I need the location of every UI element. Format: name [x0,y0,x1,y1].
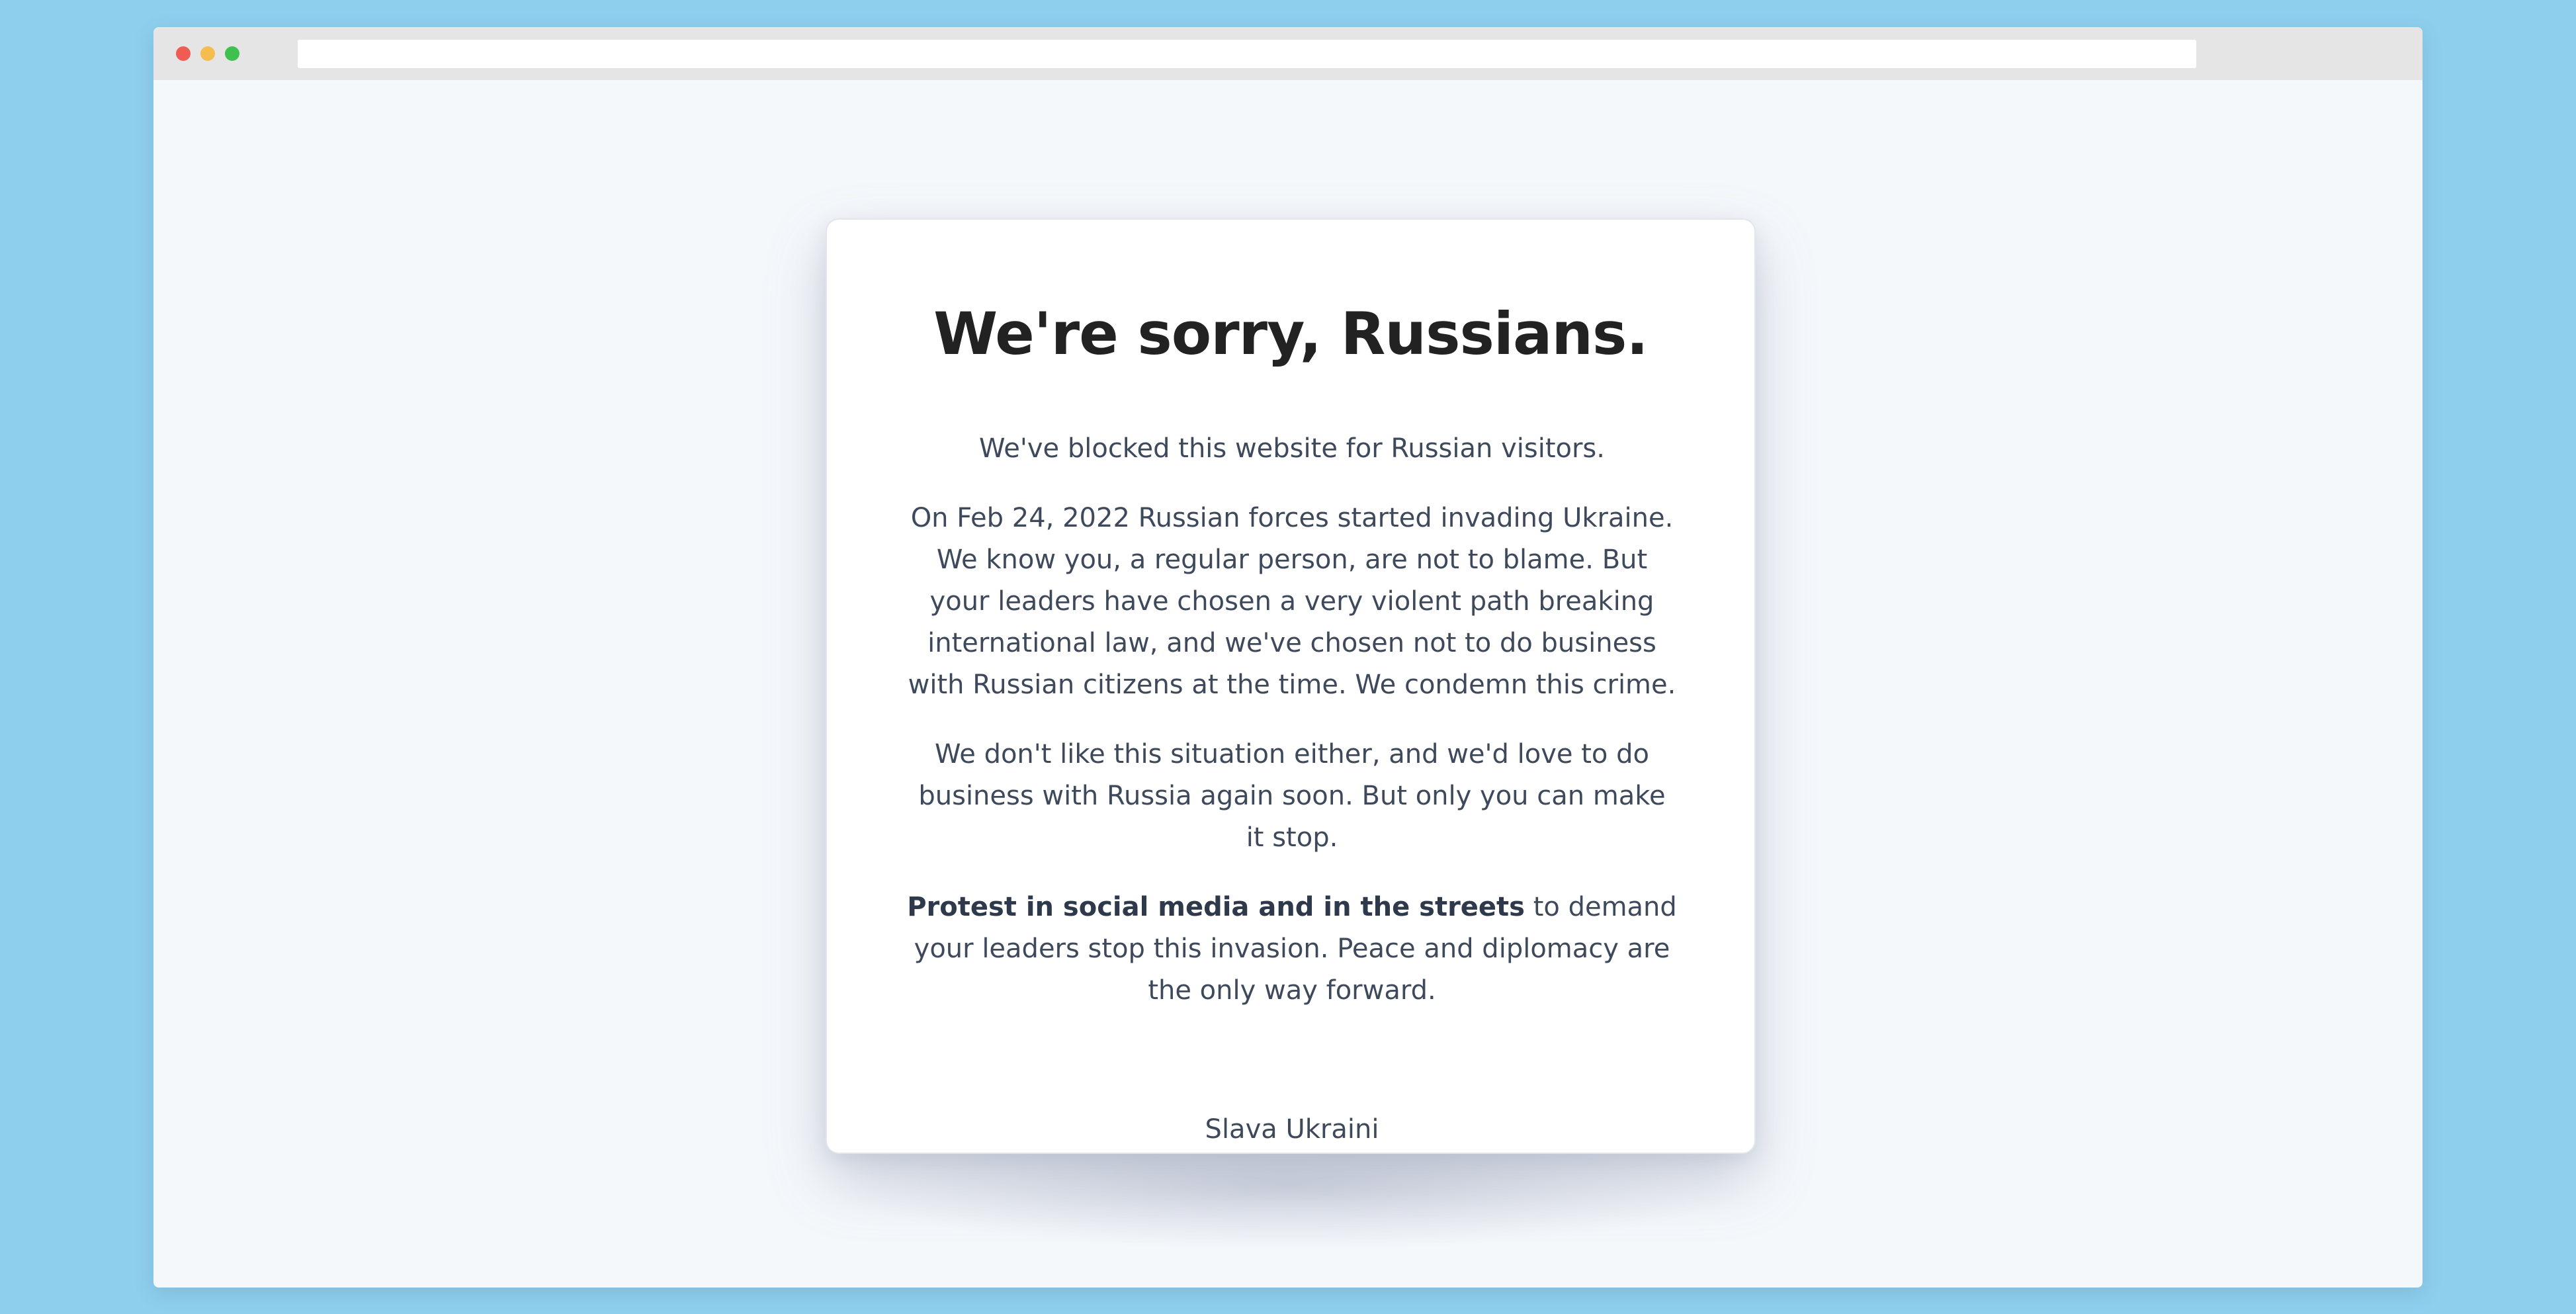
close-window-button[interactable] [176,46,191,61]
notice-paragraph-situation: We don't like this situation either, and… [918,739,1666,853]
notice-paragraph-protest: Protest in social media and in the stree… [906,887,1678,1012]
closing-text: Slava Ukraini [1205,1114,1379,1145]
notice-paragraph-blocked: We've blocked this website for Russian v… [979,433,1605,464]
title-bar [153,27,2423,80]
notice-title: We're sorry, Russians. [933,300,1649,368]
protest-call-bold: Protest in social media and in the stree… [907,892,1525,922]
address-bar[interactable] [298,40,2196,68]
ukraine-flag-icon [1276,1053,1300,1070]
maximize-window-button[interactable] [225,46,239,61]
browser-window: We're sorry, Russians. We've blocked thi… [153,27,2423,1288]
notice-paragraph-invasion: On Feb 24, 2022 Russian forces started i… [908,503,1676,700]
minimize-window-button[interactable] [200,46,215,61]
notice-body: We've blocked this website for Russian v… [906,428,1678,1178]
notice-closing [906,1039,1678,1081]
notice-card: We're sorry, Russians. We've blocked thi… [826,218,1756,1154]
